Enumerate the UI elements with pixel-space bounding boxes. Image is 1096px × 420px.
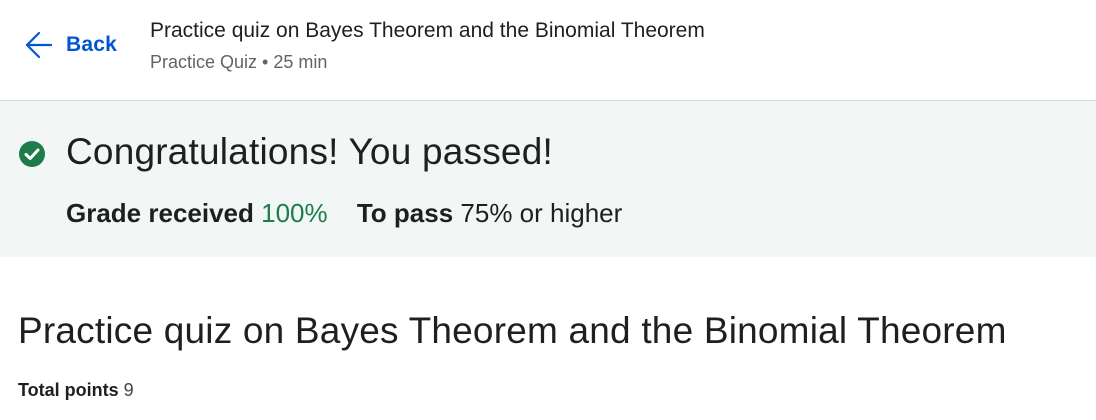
pass-value: 75% or higher (460, 198, 623, 228)
back-button-label: Back (66, 33, 118, 56)
total-points-value: 9 (123, 380, 134, 400)
back-button[interactable]: Back (26, 30, 117, 60)
pass-requirement: To pass 75% or higher (357, 198, 622, 228)
check-circle-icon (18, 140, 46, 173)
pass-label: To pass (356, 198, 454, 228)
header-title: Practice quiz on Bayes Theorem and the B… (150, 19, 705, 42)
total-points: Total points 9 (18, 380, 134, 401)
result-banner (0, 101, 1096, 257)
page-header: Back Practice quiz on Bayes Theorem and … (0, 0, 1096, 101)
header-info: Practice quiz on Bayes Theorem and the B… (150, 18, 705, 73)
grade-label: Grade received (66, 198, 254, 228)
result-title: Congratulations! You passed! (66, 131, 553, 172)
total-points-label: Total points (18, 380, 119, 400)
quiz-title: Practice quiz on Bayes Theorem and the B… (18, 310, 1007, 351)
arrow-left-icon (26, 30, 52, 60)
grade-value: 100% (261, 198, 328, 228)
grade-row: Grade received 100% To pass 75% or highe… (66, 198, 622, 229)
header-meta: Practice Quiz • 25 min (150, 52, 328, 72)
